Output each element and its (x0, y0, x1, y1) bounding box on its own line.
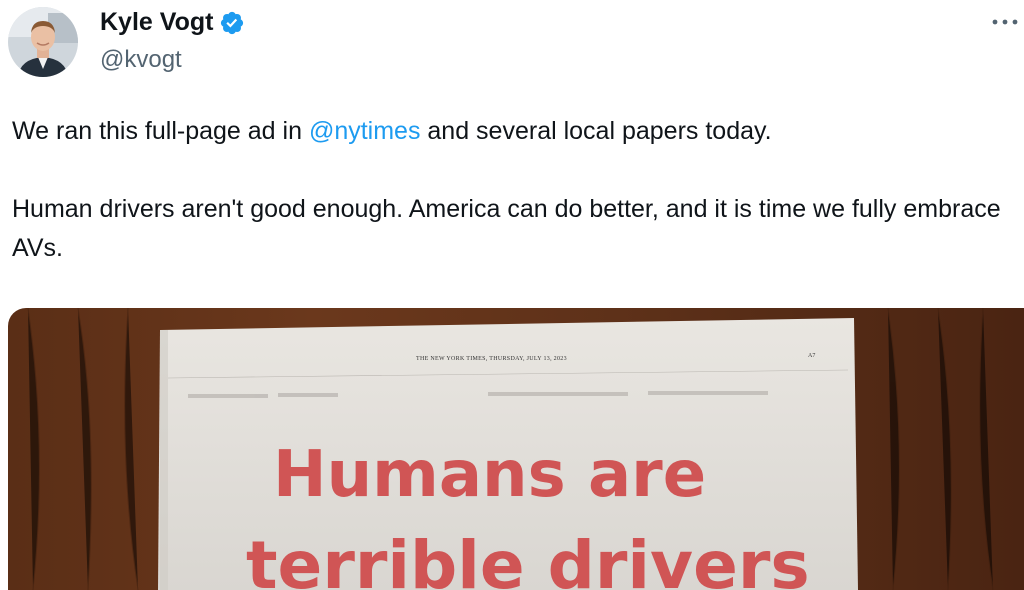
tweet-text: We ran this full-page ad in @nytimes and… (12, 112, 1017, 268)
tweet-text-segment: and several local papers today. (420, 117, 772, 145)
tweet-paragraph-2: Human drivers aren't good enough. Americ… (12, 195, 1001, 262)
tweet-paragraph-1: We ran this full-page ad in @nytimes and… (12, 112, 1017, 151)
verified-badge-icon (221, 11, 244, 34)
avatar[interactable] (8, 7, 78, 77)
tweet-text-segment: We ran this full-page ad in (12, 117, 309, 145)
newspaper-header: THE NEW YORK TIMES, THURSDAY, JULY 13, 2… (416, 356, 567, 362)
author-display-name[interactable]: Kyle Vogt (100, 8, 213, 37)
author-handle[interactable]: @kvogt (100, 46, 182, 74)
ad-headline-line-1: Humans are (273, 438, 706, 512)
mention-link[interactable]: @nytimes (309, 117, 421, 145)
newspaper-page-number: A7 (808, 353, 815, 359)
tweet-media-image[interactable]: THE NEW YORK TIMES, THURSDAY, JULY 13, 2… (8, 308, 1024, 590)
avatar-image (8, 7, 78, 77)
ad-headline-line-2: terrible drivers (246, 527, 810, 590)
more-options-icon[interactable] (990, 14, 1020, 30)
author-name-row[interactable]: Kyle Vogt (100, 8, 245, 37)
